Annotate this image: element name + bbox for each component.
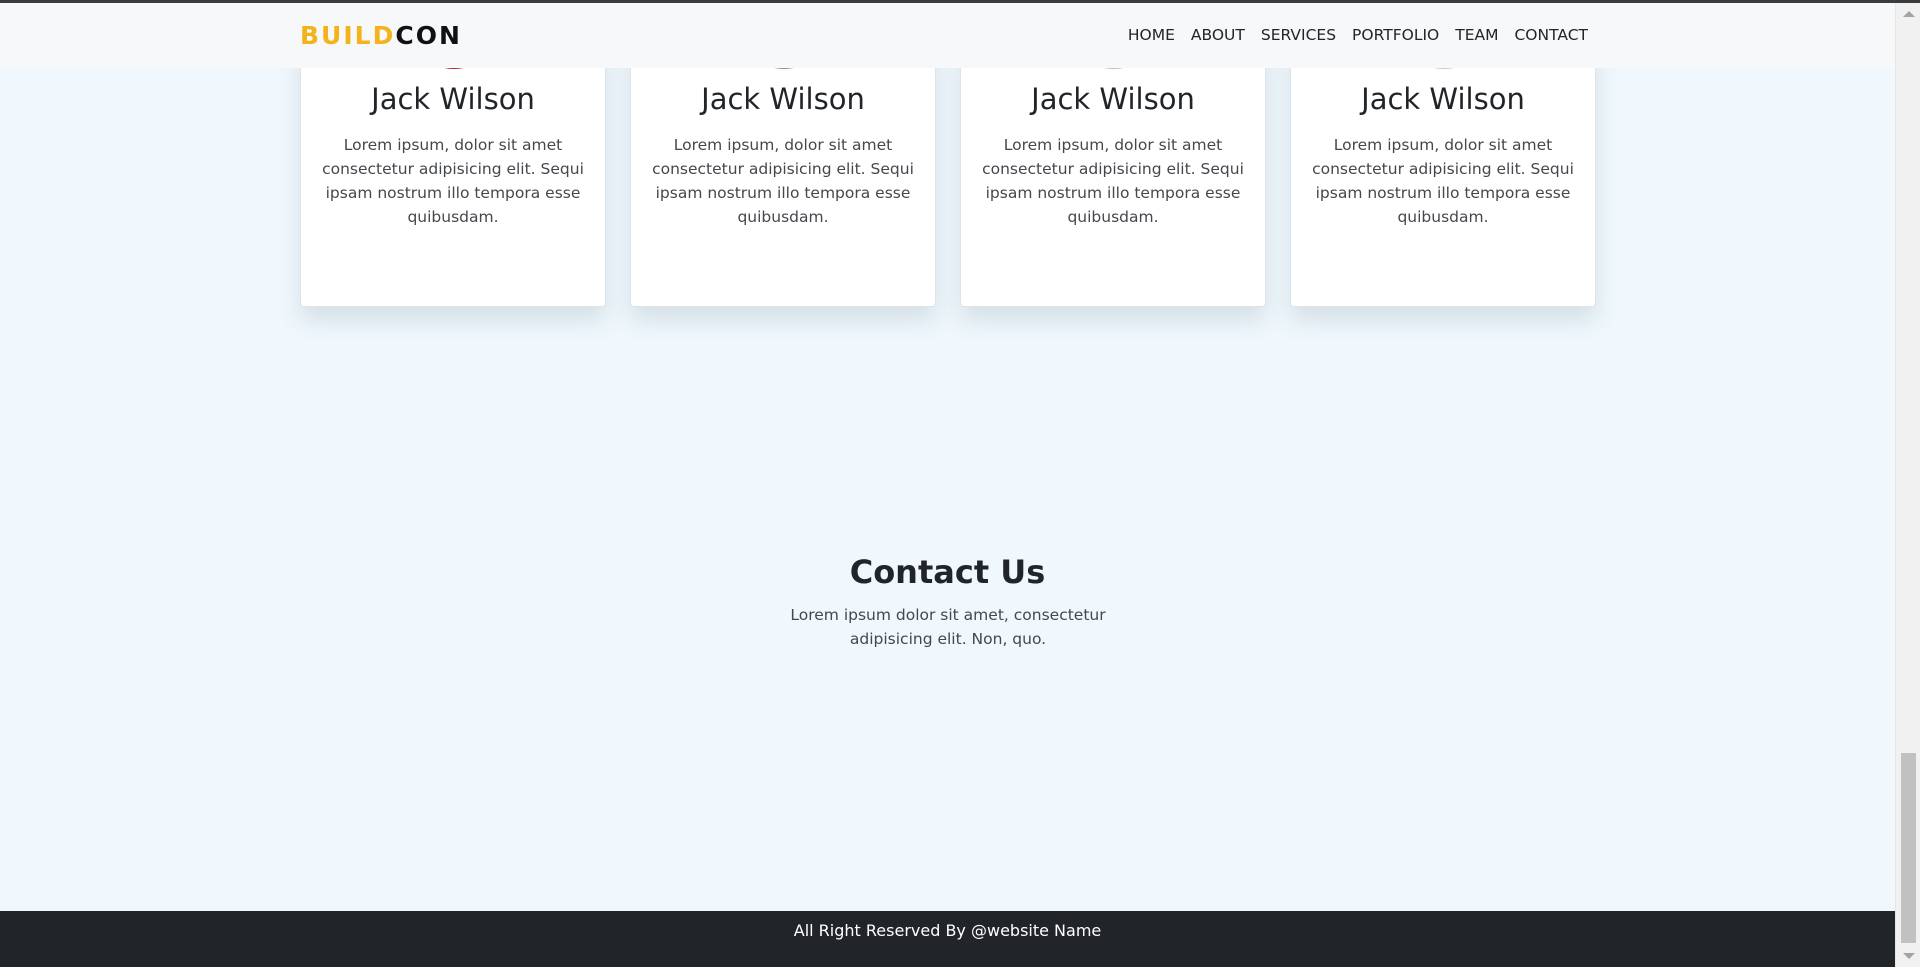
nav-link-contact[interactable]: CONTACT [1514, 26, 1588, 44]
contact-title: Contact Us [849, 553, 1046, 591]
scroll-up-arrow-icon[interactable] [1903, 11, 1915, 17]
team-member-description: Lorem ipsum, dolor sit amet consectetur … [1312, 136, 1574, 226]
team-member-description: Lorem ipsum, dolor sit amet consectetur … [652, 136, 914, 226]
brand-logo[interactable]: BUILDCON [300, 21, 462, 50]
team-card: Jack Wilson Lorem ipsum, dolor sit amet … [630, 0, 936, 307]
page: Jack Wilson Lorem ipsum, dolor sit amet … [0, 0, 1895, 967]
nav-link-home[interactable]: HOME [1128, 26, 1175, 44]
scroll-down-arrow-icon[interactable] [1903, 953, 1915, 959]
team-card: Jack Wilson Lorem ipsum, dolor sit amet … [960, 0, 1266, 307]
window-top-border [0, 0, 1920, 3]
footer: All Right Reserved By @website Name [0, 911, 1895, 967]
nav-link-services[interactable]: SERVICES [1261, 26, 1336, 44]
nav-link-portfolio[interactable]: PORTFOLIO [1352, 26, 1439, 44]
nav-link-about[interactable]: ABOUT [1191, 26, 1245, 44]
contact-description: Lorem ipsum dolor sit amet, consectetur … [790, 606, 1106, 648]
brand-logo-part2: CON [395, 21, 462, 50]
team-member-name: Jack Wilson [701, 82, 865, 116]
navbar: BUILDCON HOME ABOUT SERVICES PORTFOLIO T… [0, 3, 1895, 68]
team-member-name: Jack Wilson [1361, 82, 1525, 116]
team-member-description: Lorem ipsum, dolor sit amet consectetur … [322, 136, 584, 226]
team-member-name: Jack Wilson [1031, 82, 1195, 116]
nav-link-team[interactable]: TEAM [1455, 26, 1498, 44]
team-card: Jack Wilson Lorem ipsum, dolor sit amet … [1290, 0, 1596, 307]
footer-text: All Right Reserved By @website Name [793, 921, 1102, 940]
brand-logo-part1: BUILD [300, 21, 396, 50]
team-member-description: Lorem ipsum, dolor sit amet consectetur … [982, 136, 1244, 226]
vertical-scrollbar[interactable] [1895, 3, 1920, 967]
nav-links: HOME ABOUT SERVICES PORTFOLIO TEAM CONTA… [1128, 26, 1588, 44]
scrollbar-thumb[interactable] [1901, 753, 1916, 943]
team-member-name: Jack Wilson [371, 82, 535, 116]
team-card: Jack Wilson Lorem ipsum, dolor sit amet … [300, 0, 606, 307]
